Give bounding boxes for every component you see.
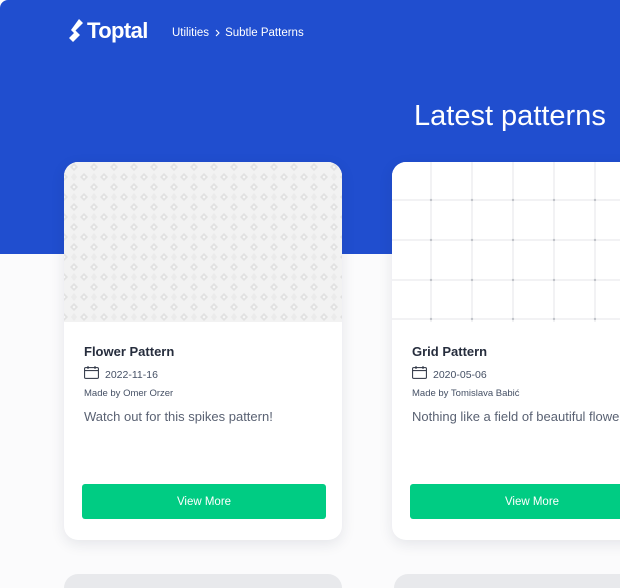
page-title: Latest patterns: [414, 100, 606, 132]
flower-pattern-preview: [64, 162, 342, 322]
pattern-card[interactable]: Flower Pattern 2022-11-16 Made by Omer O…: [64, 162, 342, 540]
pattern-card-placeholder: [394, 574, 620, 588]
card-date: 2020-05-06: [433, 369, 487, 381]
breadcrumb: Utilities Subtle Patterns: [172, 26, 304, 40]
logo-text: Toptal: [87, 18, 148, 43]
card-author: Made by Tomislava Babić: [412, 388, 520, 399]
pattern-card-placeholder: [64, 574, 342, 588]
calendar-icon: [84, 366, 99, 384]
pattern-card[interactable]: Grid Pattern 2020-05-06 Made by Tomislav…: [392, 162, 620, 540]
card-date: 2022-11-16: [105, 369, 158, 381]
page: Toptal Utilities Subtle Patterns Latest …: [0, 0, 620, 588]
grid-pattern-preview: [392, 162, 620, 322]
calendar-icon: [412, 366, 427, 384]
view-more-button[interactable]: View More: [82, 484, 326, 519]
card-date-row: 2022-11-16: [84, 366, 158, 384]
chevron-right-icon: [215, 29, 220, 37]
card-date-row: 2020-05-06: [412, 366, 487, 384]
card-description: Nothing like a field of beautiful flower…: [412, 409, 620, 424]
toptal-logo-icon: [69, 19, 83, 42]
toptal-logo[interactable]: Toptal: [69, 19, 148, 43]
breadcrumb-utilities[interactable]: Utilities: [172, 26, 209, 40]
card-description: Watch out for this spikes pattern!: [84, 409, 273, 424]
card-author: Made by Omer Orzer: [84, 388, 174, 399]
breadcrumb-subtle-patterns[interactable]: Subtle Patterns: [225, 26, 304, 40]
view-more-button[interactable]: View More: [410, 484, 620, 519]
card-title: Flower Pattern: [84, 344, 175, 359]
card-title: Grid Pattern: [412, 344, 488, 359]
